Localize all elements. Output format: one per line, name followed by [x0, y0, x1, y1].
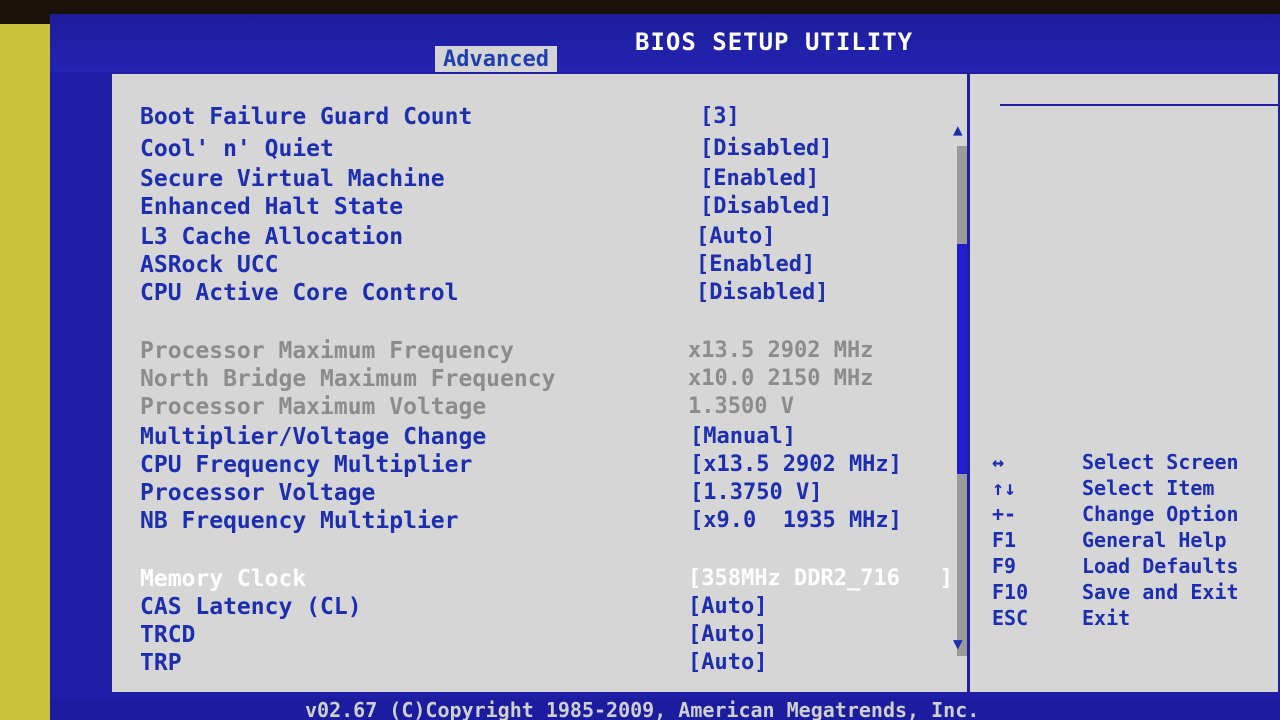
key-help-desc: Select Item — [1082, 476, 1215, 500]
setting-value[interactable]: [Auto] — [696, 224, 775, 249]
setting-value[interactable]: [Manual] — [690, 424, 796, 449]
setting-label: CPU Frequency Multiplier — [140, 452, 473, 478]
scroll-up-icon[interactable]: ▲ — [953, 120, 963, 139]
monitor-bezel — [0, 0, 50, 720]
left-right-arrow-icon: ↔ — [992, 450, 1005, 474]
key-help-row: ESC Exit — [992, 606, 1280, 632]
key-help-list: ↔ Select Screen ↑↓ Select Item +- Change… — [992, 450, 1280, 632]
setting-row[interactable]: CPU Frequency Multiplier [x13.5 2902 MHz] — [140, 452, 950, 480]
setting-label: Boot Failure Guard Count — [140, 104, 473, 130]
setting-row[interactable]: Memory Clock [358MHz DDR2_716 ] — [140, 566, 953, 594]
setting-label: Enhanced Halt State — [140, 194, 404, 220]
setting-label: TRCD — [140, 622, 196, 648]
setting-row[interactable]: ASRock UCC [Enabled] — [140, 252, 950, 280]
setting-value[interactable]: [358MHz DDR2_716 ] — [688, 566, 953, 591]
scroll-down-icon[interactable]: ▼ — [953, 634, 963, 653]
setting-value[interactable]: [Auto] — [688, 594, 767, 619]
key-help-desc: Change Option — [1082, 502, 1239, 526]
setting-value[interactable]: [3] — [700, 104, 740, 129]
setting-row[interactable]: TRCD [Auto] — [140, 622, 950, 650]
setting-label: Memory Clock — [140, 566, 307, 592]
tab-advanced[interactable]: Advanced — [435, 46, 557, 72]
scrollbar-thumb[interactable] — [957, 244, 967, 474]
setting-row[interactable]: Processor Voltage [1.3750 V] — [140, 480, 950, 508]
setting-value[interactable]: [Auto] — [688, 650, 767, 675]
setting-row[interactable]: Secure Virtual Machine [Enabled] — [140, 166, 950, 194]
key-f9: F9 — [992, 554, 1017, 578]
setting-value[interactable]: [x13.5 2902 MHz] — [690, 452, 902, 477]
setting-label: Processor Maximum Voltage — [140, 394, 487, 420]
setting-row[interactable]: CPU Active Core Control [Disabled] — [140, 280, 950, 308]
setting-label: Multiplier/Voltage Change — [140, 424, 487, 450]
setting-row[interactable]: CAS Latency (CL) [Auto] — [140, 594, 950, 622]
setting-value[interactable]: [Disabled] — [700, 194, 832, 219]
key-help-row: F1 General Help — [992, 528, 1280, 554]
setting-row[interactable]: TRP [Auto] — [140, 650, 950, 678]
copyright-text: v02.67 (C)Copyright 1985-2009, American … — [305, 698, 980, 720]
setting-label: Secure Virtual Machine — [140, 166, 445, 192]
title-bar: BIOS SETUP UTILITY Advanced — [50, 14, 1280, 72]
setting-value[interactable]: [x9.0 1935 MHz] — [690, 508, 902, 533]
help-divider — [1000, 104, 1280, 106]
setting-row[interactable]: Cool' n' Quiet [Disabled] — [140, 136, 950, 164]
setting-value[interactable]: [1.3750 V] — [690, 480, 822, 505]
setting-value: x10.0 2150 MHz — [688, 366, 874, 391]
setting-value[interactable]: [Enabled] — [700, 166, 819, 191]
key-help-row: F10 Save and Exit — [992, 580, 1280, 606]
key-help-row: ↔ Select Screen — [992, 450, 1280, 476]
setting-value: x13.5 2902 MHz — [688, 338, 874, 363]
key-help-desc: General Help — [1082, 528, 1227, 552]
footer-bar: v02.67 (C)Copyright 1985-2009, American … — [50, 698, 1280, 720]
settings-panel: Boot Failure Guard Count [3] Cool' n' Quie… — [110, 72, 1280, 694]
bios-screen: BIOS SETUP UTILITY Advanced Boot Failure… — [50, 14, 1280, 720]
key-help-desc: Exit — [1082, 606, 1131, 630]
setting-row[interactable]: L3 Cache Allocation [Auto] — [140, 224, 950, 252]
key-f1: F1 — [992, 528, 1017, 552]
app-title: BIOS SETUP UTILITY — [635, 28, 914, 56]
setting-label: Processor Voltage — [140, 480, 376, 506]
setting-value: 1.3500 V — [688, 394, 794, 419]
setting-label: North Bridge Maximum Frequency — [140, 366, 556, 392]
setting-label: CAS Latency (CL) — [140, 594, 362, 620]
up-down-arrow-icon: ↑↓ — [992, 476, 1017, 500]
key-help-desc: Save and Exit — [1082, 580, 1239, 604]
setting-row[interactable]: Enhanced Halt State [Disabled] — [140, 194, 950, 222]
key-help-row: F9 Load Defaults — [992, 554, 1280, 580]
plus-minus-icon: +- — [992, 502, 1017, 526]
setting-value[interactable]: [Disabled] — [696, 280, 828, 305]
setting-label: Processor Maximum Frequency — [140, 338, 514, 364]
setting-label: L3 Cache Allocation — [140, 224, 404, 250]
setting-value[interactable]: [Auto] — [688, 622, 767, 647]
key-esc: ESC — [992, 606, 1029, 630]
info-row: Processor Maximum Frequency x13.5 2902 MH… — [140, 338, 950, 366]
setting-label: CPU Active Core Control — [140, 280, 459, 306]
key-help-desc: Select Screen — [1082, 450, 1239, 474]
setting-value[interactable]: [Enabled] — [696, 252, 815, 277]
setting-label: ASRock UCC — [140, 252, 279, 278]
setting-row[interactable]: Multiplier/Voltage Change [Manual] — [140, 424, 950, 452]
info-row: North Bridge Maximum Frequency x10.0 2150… — [140, 366, 950, 394]
setting-label: NB Frequency Multiplier — [140, 508, 459, 534]
key-help-row: +- Change Option — [992, 502, 1280, 528]
setting-value[interactable]: [Disabled] — [700, 136, 832, 161]
setting-row[interactable]: NB Frequency Multiplier [x9.0 1935 MHz] — [140, 508, 950, 536]
info-row: Processor Maximum Voltage 1.3500 V — [140, 394, 950, 422]
setting-row[interactable]: Boot Failure Guard Count [3] — [140, 104, 950, 132]
setting-label: Cool' n' Quiet — [140, 136, 334, 162]
key-help-row: ↑↓ Select Item — [992, 476, 1280, 502]
setting-label: TRP — [140, 650, 182, 676]
column-divider — [967, 74, 970, 692]
key-f10: F10 — [992, 580, 1029, 604]
key-help-desc: Load Defaults — [1082, 554, 1239, 578]
